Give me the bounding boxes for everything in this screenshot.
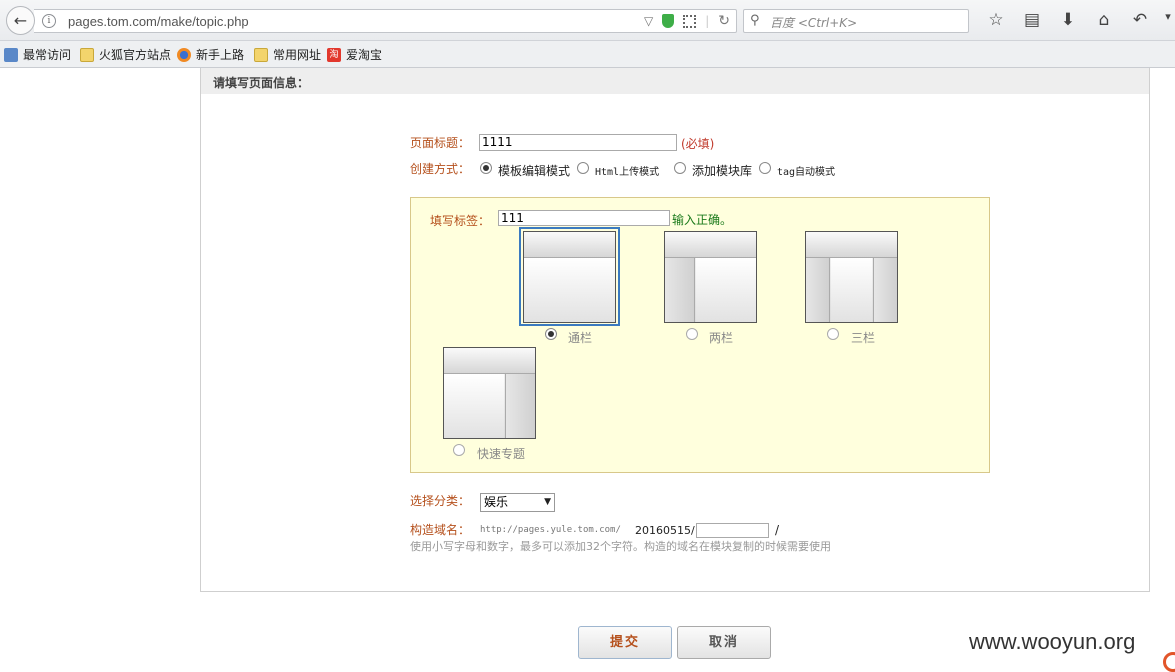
mode-radio-html[interactable] (577, 162, 589, 174)
search-bar[interactable]: ⚲ 百度 <Ctrl+K> (743, 9, 969, 33)
bookmark-label: 常用网址 (273, 48, 322, 62)
title-label: 页面标题： (410, 136, 471, 150)
shield-icon[interactable] (662, 14, 675, 28)
category-select[interactable]: 娱乐 ▼ (480, 493, 555, 512)
star-icon[interactable]: ☆ (978, 10, 1014, 30)
url-text[interactable]: pages.tom.com/make/topic.php (68, 14, 249, 29)
firefox-icon (177, 47, 191, 62)
domain-label: 构造域名： (410, 523, 471, 537)
template-sidebar (505, 374, 535, 438)
bookmark-label: 新手上路 (196, 48, 245, 62)
home-icon[interactable]: ⌂ (1086, 10, 1122, 30)
category-value: 娱乐 (484, 495, 509, 509)
bookmark-getting-started[interactable]: 新手上路 (177, 46, 244, 63)
domain-prefix: http://pages.yule.tom.com/ (480, 525, 621, 535)
mode-label-html: Html上传模式 (595, 167, 660, 178)
template-caption-full: 通栏 (568, 331, 593, 345)
template-radio-three[interactable] (827, 328, 839, 340)
mode-label-template: 模板编辑模式 (498, 164, 571, 178)
bookmark-label: 火狐官方站点 (99, 48, 172, 62)
bookmark-icon (4, 47, 18, 62)
template-header (665, 232, 756, 258)
separator: | (705, 14, 710, 28)
bookmark-firefox-sites[interactable]: 火狐官方站点 (80, 46, 171, 63)
tag-label: 填写标签： (430, 214, 491, 228)
browser-toolbar: i pages.tom.com/make/topic.php ▽ | ↻ ← ⚲… (0, 0, 1175, 41)
title-input[interactable]: 1111 (479, 134, 677, 151)
tag-input[interactable]: 111 (498, 210, 670, 226)
template-body (696, 258, 756, 322)
template-quick-topic[interactable] (443, 347, 536, 439)
required-note: (必填) (681, 137, 715, 151)
template-two-column[interactable] (664, 231, 757, 323)
domain-date: 20160515/ (635, 524, 695, 537)
template-full-width[interactable] (523, 231, 616, 323)
back-arrow-icon: ← (13, 11, 28, 30)
bookmark-most-visited[interactable]: 最常访问 (4, 46, 71, 63)
mode-label-module: 添加模块库 (692, 164, 753, 178)
template-header (444, 348, 535, 374)
watermark-logo-icon (1163, 652, 1175, 672)
folder-icon (80, 47, 94, 62)
info-icon[interactable]: i (42, 14, 56, 28)
mode-label-tag: tag自动模式 (777, 167, 836, 178)
template-caption-two: 两栏 (709, 331, 734, 345)
bookmarks-bar: 最常访问 火狐官方站点 新手上路 常用网址 淘 爱淘宝 (0, 41, 1175, 68)
search-placeholder: 百度 <Ctrl+K> (770, 16, 858, 30)
template-body (524, 258, 615, 322)
template-left-column (806, 258, 830, 322)
download-icon[interactable]: ⬇ (1050, 10, 1086, 30)
template-radio-quick[interactable] (453, 444, 465, 456)
template-right-column (873, 258, 897, 322)
nav-icons: ☆ ▤ ⬇ ⌂ ↶ ▾ (978, 10, 1175, 30)
template-caption-three: 三栏 (851, 331, 876, 345)
domain-input[interactable] (696, 523, 769, 538)
create-mode-label: 创建方式： (410, 162, 471, 176)
menu-chevron-icon[interactable]: ▾ (1158, 10, 1175, 30)
bookmark-label: 爱淘宝 (346, 48, 383, 62)
folder-icon (254, 47, 268, 62)
chevron-down-icon: ▼ (544, 497, 551, 507)
template-radio-full[interactable] (545, 328, 557, 340)
template-body (444, 374, 504, 438)
url-bar-icons: ▽ | ↻ (644, 13, 730, 29)
submit-button[interactable]: 提交 (578, 626, 672, 659)
search-icon: ⚲ (750, 13, 760, 28)
reload-icon[interactable]: ↻ (718, 13, 730, 29)
reading-list-icon[interactable]: ▤ (1014, 10, 1050, 30)
cancel-button[interactable]: 取消 (677, 626, 771, 659)
domain-hint: 使用小写字母和数字，最多可以添加32个字符。构造的域名在模块复制的时候需要使用 (410, 540, 831, 553)
section-title: 请填写页面信息： (213, 76, 310, 90)
url-bar[interactable]: i pages.tom.com/make/topic.php ▽ | ↻ (34, 9, 737, 33)
watermark: www.wooyun.org (969, 629, 1136, 654)
undo-icon[interactable]: ↶ (1122, 10, 1158, 30)
template-three-column[interactable] (805, 231, 898, 323)
mode-radio-template[interactable] (480, 162, 492, 174)
template-caption-quick: 快速专题 (477, 447, 526, 461)
template-header (524, 232, 615, 258)
template-radio-two[interactable] (686, 328, 698, 340)
template-header (806, 232, 897, 258)
tag-ok-message: 输入正确。 (672, 213, 733, 227)
template-body (831, 258, 872, 322)
domain-suffix: / (775, 523, 780, 537)
back-button[interactable]: ← (6, 6, 35, 35)
taobao-icon: 淘 (327, 47, 341, 62)
bookmark-common-sites[interactable]: 常用网址 (254, 46, 321, 63)
category-label: 选择分类： (410, 494, 471, 508)
mode-radio-tag[interactable] (759, 162, 771, 174)
section-header: 请填写页面信息： (201, 68, 1149, 94)
mode-radio-module[interactable] (674, 162, 686, 174)
template-sidebar (665, 258, 695, 322)
qr-code-icon[interactable] (683, 14, 697, 28)
bookmark-aitaobao[interactable]: 淘 爱淘宝 (327, 46, 382, 63)
dropdown-arrow-icon[interactable]: ▽ (644, 14, 653, 28)
bookmark-label: 最常访问 (23, 48, 72, 62)
